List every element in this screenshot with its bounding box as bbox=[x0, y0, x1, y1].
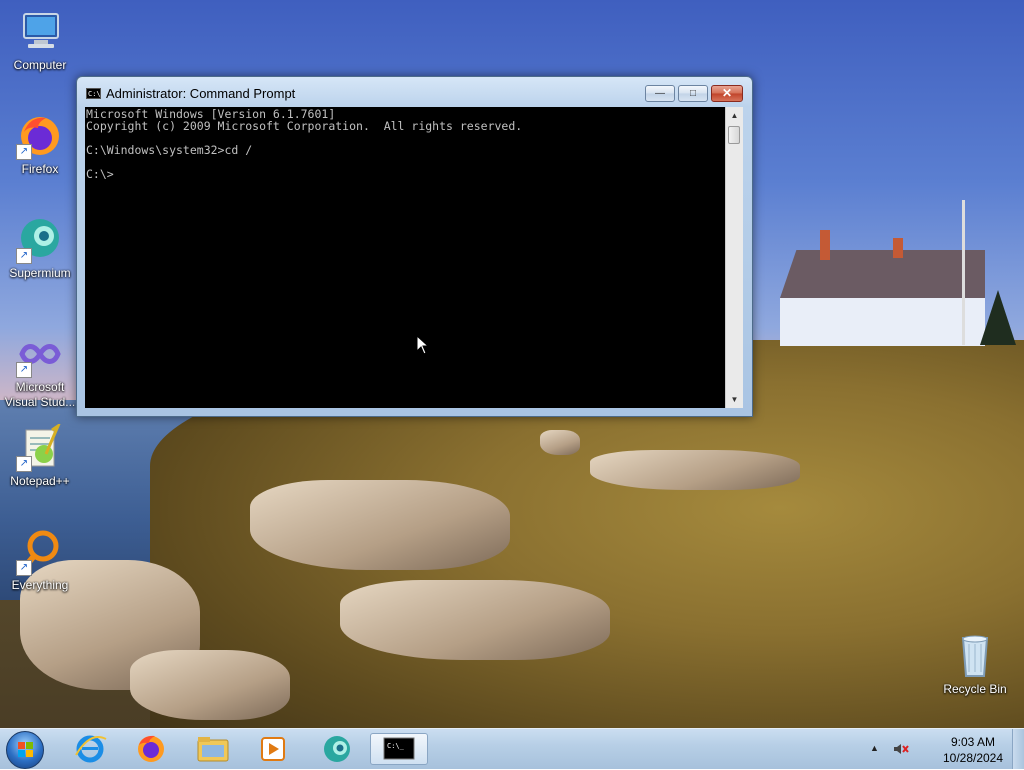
wallpaper-rock bbox=[590, 450, 800, 490]
shortcut-arrow-icon: ↗ bbox=[16, 362, 32, 378]
computer-icon bbox=[16, 8, 64, 56]
desktop-icon-label: Firefox bbox=[21, 162, 59, 176]
wallpaper-tree bbox=[980, 290, 1016, 345]
supermium-icon: ↗ bbox=[16, 216, 64, 264]
firefox-icon bbox=[138, 735, 164, 762]
shortcut-arrow-icon: ↗ bbox=[16, 560, 32, 576]
scroll-up-arrow-icon[interactable]: ▲ bbox=[726, 107, 743, 124]
scroll-down-arrow-icon[interactable]: ▼ bbox=[726, 391, 743, 408]
desktop-icon-computer[interactable]: Computer bbox=[0, 8, 80, 73]
window-titlebar[interactable]: C:\ Administrator: Command Prompt — □ ✕ bbox=[77, 77, 752, 105]
desktop-icon-supermium[interactable]: ↗ Supermium bbox=[0, 216, 80, 281]
console-line: Copyright (c) 2009 Microsoft Corporation… bbox=[86, 119, 523, 133]
desktop-icon-visual-studio[interactable]: ↗ Microsoft Visual Stud... bbox=[0, 330, 80, 410]
desktop-icon-notepadpp[interactable]: ↗ Notepad++ bbox=[0, 421, 80, 489]
shortcut-arrow-icon: ↗ bbox=[16, 144, 32, 160]
recycle-bin-icon bbox=[951, 632, 999, 680]
command-prompt-icon: C:\_ bbox=[383, 737, 415, 760]
visual-studio-icon: ↗ bbox=[16, 330, 64, 378]
desktop-icon-label: Everything bbox=[11, 578, 69, 592]
maximize-button[interactable]: □ bbox=[678, 85, 708, 102]
console-prompt: C:\> bbox=[86, 167, 114, 181]
show-desktop-button[interactable] bbox=[1012, 729, 1024, 769]
windows-logo-icon bbox=[18, 742, 34, 758]
taskbar-file-explorer[interactable] bbox=[193, 733, 233, 765]
everything-icon: ↗ bbox=[16, 528, 64, 576]
firefox-icon: ↗ bbox=[16, 112, 64, 160]
shortcut-arrow-icon: ↗ bbox=[16, 456, 32, 472]
console-text: Microsoft Windows [Version 6.1.7601] Copy… bbox=[85, 107, 725, 181]
taskbar-media-player[interactable] bbox=[254, 733, 294, 765]
close-button[interactable]: ✕ bbox=[711, 85, 743, 102]
internet-explorer-icon bbox=[75, 735, 107, 763]
clock-date: 10/28/2024 bbox=[942, 751, 1004, 765]
show-hidden-icons-button[interactable]: ▲ bbox=[870, 743, 879, 753]
wallpaper-chimney bbox=[820, 230, 830, 260]
command-prompt-window[interactable]: C:\ Administrator: Command Prompt — □ ✕ … bbox=[76, 76, 753, 417]
clock-time: 9:03 AM bbox=[950, 735, 996, 749]
start-button[interactable] bbox=[6, 731, 44, 769]
file-explorer-icon bbox=[197, 737, 229, 762]
wallpaper-rock bbox=[540, 430, 580, 455]
taskbar: C:\_ ▲ 9:03 AM 10/28/2024 bbox=[0, 728, 1024, 769]
wallpaper-house bbox=[780, 250, 985, 346]
system-clock[interactable]: 9:03 AM 10/28/2024 bbox=[930, 734, 1016, 766]
shortcut-arrow-icon: ↗ bbox=[16, 248, 32, 264]
wallpaper-rock bbox=[250, 480, 510, 570]
command-prompt-icon: C:\ bbox=[86, 88, 101, 99]
notepadpp-icon: ↗ bbox=[16, 421, 64, 472]
wallpaper-rock bbox=[340, 580, 610, 660]
vertical-scrollbar[interactable]: ▲ ▼ bbox=[725, 107, 743, 408]
media-player-icon bbox=[261, 737, 285, 761]
desktop-icon-label: Supermium bbox=[9, 266, 71, 280]
scrollbar-thumb[interactable] bbox=[728, 126, 740, 144]
window-title: Administrator: Command Prompt bbox=[106, 86, 296, 101]
console-output[interactable]: Microsoft Windows [Version 6.1.7601] Copy… bbox=[85, 107, 725, 408]
console-line: C:\Windows\system32>cd / bbox=[86, 143, 253, 157]
supermium-icon bbox=[324, 736, 350, 762]
desktop-icon-label: Notepad++ bbox=[10, 474, 70, 488]
volume-muted-icon[interactable] bbox=[892, 740, 910, 758]
desktop-icon-label: Microsoft Visual Stud... bbox=[4, 380, 76, 409]
wallpaper-flagpole bbox=[962, 200, 965, 345]
taskbar-firefox[interactable] bbox=[131, 733, 171, 765]
desktop-icon-firefox[interactable]: ↗ Firefox bbox=[0, 112, 80, 177]
desktop-icon-everything[interactable]: ↗ Everything bbox=[0, 528, 80, 593]
taskbar-supermium[interactable] bbox=[317, 733, 357, 765]
taskbar-command-prompt[interactable]: C:\_ bbox=[370, 733, 428, 765]
desktop-icon-label: Computer bbox=[13, 58, 67, 72]
taskbar-cmd-icon-text: C:\_ bbox=[387, 742, 405, 750]
wallpaper-rock bbox=[130, 650, 290, 720]
desktop-icon-recycle-bin[interactable]: Recycle Bin bbox=[935, 632, 1015, 697]
minimize-button[interactable]: — bbox=[645, 85, 675, 102]
taskbar-internet-explorer[interactable] bbox=[70, 733, 110, 765]
desktop-icon-label: Recycle Bin bbox=[943, 682, 1007, 696]
wallpaper-chimney bbox=[893, 238, 903, 258]
